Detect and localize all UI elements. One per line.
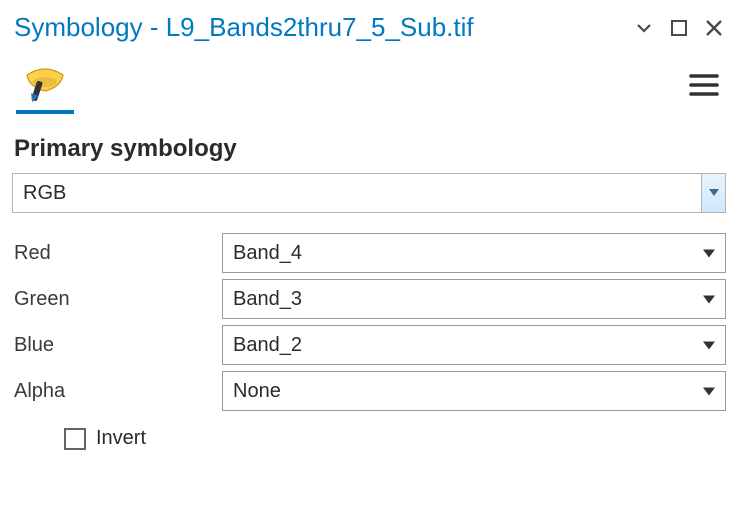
chevron-down-icon (634, 18, 654, 38)
select-green-band[interactable]: Band_3 (222, 279, 726, 319)
invert-checkbox[interactable] (64, 428, 86, 450)
tab-primary-symbology[interactable] (14, 59, 76, 111)
select-red-value: Band_4 (233, 242, 302, 265)
row-invert: Invert (12, 417, 726, 450)
select-blue-value: Band_2 (233, 334, 302, 357)
section-heading: Primary symbology (0, 111, 738, 173)
symbology-method-dropdown[interactable] (701, 174, 725, 212)
maximize-button[interactable] (670, 19, 688, 37)
dropdown-arrow-icon (709, 189, 719, 197)
caret-icon (703, 380, 715, 403)
symbology-method-value: RGB (13, 174, 701, 212)
titlebar: Symbology - L9_Bands2thru7_5_Sub.tif (0, 0, 738, 53)
paint-layer-icon (23, 65, 67, 105)
select-green-value: Band_3 (233, 288, 302, 311)
caret-icon (703, 334, 715, 357)
window-controls (634, 18, 724, 38)
pane-menu-button[interactable] (684, 65, 724, 105)
label-green: Green (12, 288, 212, 311)
label-blue: Blue (12, 334, 212, 357)
select-blue-band[interactable]: Band_2 (222, 325, 726, 365)
caret-icon (703, 288, 715, 311)
label-alpha: Alpha (12, 380, 212, 403)
select-red-band[interactable]: Band_4 (222, 233, 726, 273)
close-icon (704, 18, 724, 38)
row-alpha: Alpha None (12, 371, 726, 411)
invert-label: Invert (96, 427, 146, 450)
close-button[interactable] (704, 18, 724, 38)
pane-title: Symbology - L9_Bands2thru7_5_Sub.tif (14, 12, 634, 43)
symbology-method-select[interactable]: RGB (12, 173, 726, 213)
row-blue: Blue Band_2 (12, 325, 726, 365)
caret-icon (703, 242, 715, 265)
row-red: Red Band_4 (12, 233, 726, 273)
maximize-icon (670, 19, 688, 37)
tab-strip (0, 53, 738, 111)
symbology-pane: Symbology - L9_Bands2thru7_5_Sub.tif (0, 0, 738, 526)
select-alpha-value: None (233, 380, 281, 403)
label-red: Red (12, 242, 212, 265)
select-alpha-band[interactable]: None (222, 371, 726, 411)
hamburger-icon (689, 72, 719, 98)
row-green: Green Band_3 (12, 279, 726, 319)
collapse-button[interactable] (634, 18, 654, 38)
band-rows: Red Band_4 Green Band_3 Blue Band_2 (0, 227, 738, 450)
